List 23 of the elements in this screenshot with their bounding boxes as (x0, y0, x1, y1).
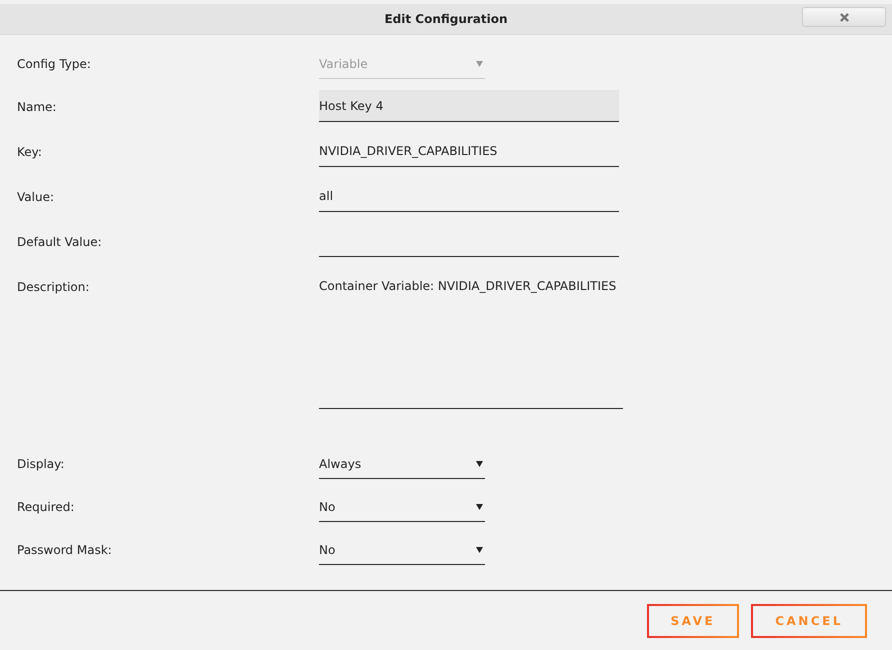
close-icon (840, 12, 848, 22)
input-field[interactable]: NVIDIA_DRIVER_CAPABILITIES (319, 135, 619, 167)
caret-icon (476, 60, 483, 66)
input-field[interactable]: Host Key 4 (319, 90, 619, 122)
dropdown[interactable]: Always (319, 449, 485, 479)
caret-icon (476, 460, 483, 466)
field-label: Name: (17, 99, 58, 114)
field-label: Password Mask: (17, 542, 113, 557)
caret-icon (476, 504, 483, 510)
close-button[interactable] (802, 7, 886, 27)
field-label: Value: (17, 189, 55, 204)
dropdown[interactable]: No (319, 492, 485, 522)
field-label: Display: (17, 456, 66, 471)
field-label: Required: (17, 499, 76, 514)
textarea-field[interactable]: Container Variable: NVIDIA_DRIVER_CAPABILITIES (319, 278, 623, 409)
field-label: Description: (17, 279, 90, 294)
field-label: Config Type: (17, 56, 92, 71)
field-label: Key: (17, 144, 43, 159)
caret-icon (476, 546, 483, 552)
dropdown[interactable]: No (319, 535, 485, 565)
input-field[interactable]: all (319, 180, 619, 212)
field-label: Default Value: (17, 234, 103, 249)
window-title: Edit Configuration (384, 12, 508, 26)
